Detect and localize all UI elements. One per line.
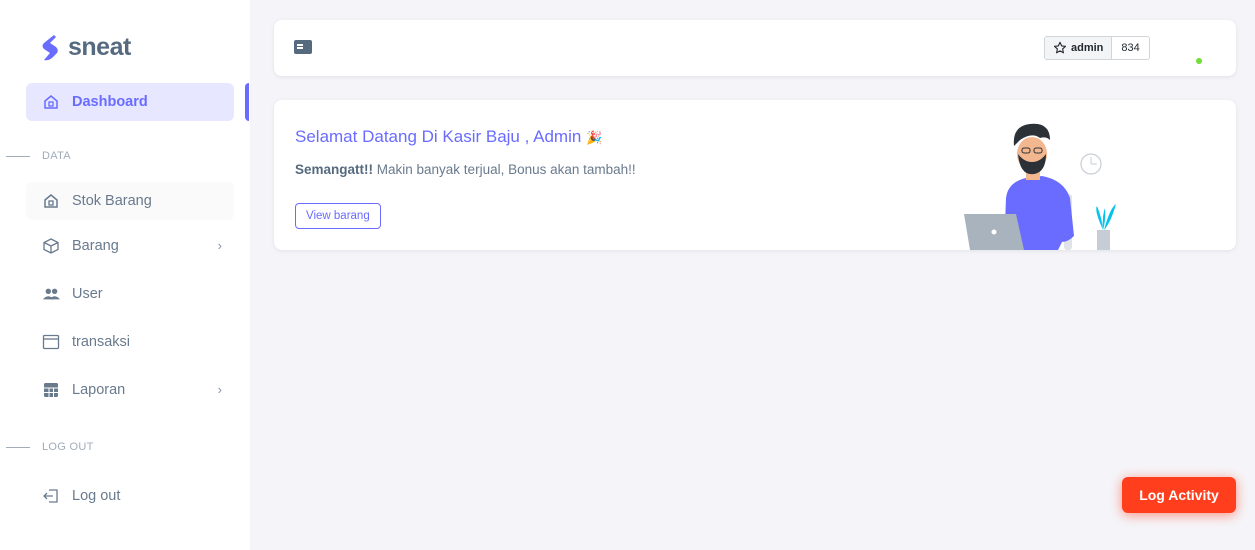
github-star-button[interactable]: admin 834 <box>1044 36 1150 60</box>
github-count[interactable]: 834 <box>1112 36 1150 60</box>
chevron-right-icon: › <box>217 238 222 253</box>
welcome-title: Selamat Datang Di Kasir Baju , Admin 🎉 <box>295 127 602 147</box>
users-icon <box>42 285 60 303</box>
star-icon <box>1053 41 1067 54</box>
sidebar-item-transaksi[interactable]: transaksi <box>26 323 234 361</box>
brand-name: sneat <box>68 33 131 61</box>
home-icon <box>42 93 60 111</box>
menu-header-logout: LOG OUT <box>0 441 94 453</box>
menu-header-data: DATA <box>0 150 71 162</box>
sidebar-item-dashboard[interactable]: Dashboard <box>26 83 234 121</box>
menu-toggle-icon[interactable] <box>294 40 312 54</box>
cube-icon <box>42 237 60 255</box>
sidebar-item-label: Dashboard <box>72 94 148 110</box>
welcome-subtitle: Semangatt!! Makin banyak terjual, Bonus … <box>295 162 636 177</box>
subtitle-bold: Semangatt!! <box>295 162 374 177</box>
table-icon <box>42 381 60 399</box>
active-indicator <box>245 83 249 121</box>
view-barang-button[interactable]: View barang <box>295 203 381 229</box>
sidebar-item-label: transaksi <box>72 334 131 350</box>
sidebar-item-barang[interactable]: Barang › <box>26 227 234 265</box>
sidebar-item-stok-barang[interactable]: Stok Barang <box>26 182 234 220</box>
logout-icon <box>42 487 60 505</box>
online-status-dot <box>1196 58 1202 64</box>
window-icon <box>42 333 60 351</box>
github-label: admin <box>1071 42 1104 54</box>
home-icon <box>42 192 60 210</box>
sneat-logo-icon <box>42 34 58 60</box>
sidebar-item-label: Log out <box>72 488 121 504</box>
github-star-main[interactable]: admin <box>1044 36 1113 60</box>
chevron-right-icon: › <box>217 382 222 397</box>
sidebar-item-label: Barang <box>72 238 119 254</box>
sidebar-item-log-out[interactable]: Log out <box>26 477 234 515</box>
sidebar-item-label: User <box>72 286 103 302</box>
sidebar-item-user[interactable]: User <box>26 275 234 313</box>
sidebar-item-laporan[interactable]: Laporan › <box>26 371 234 409</box>
top-navbar: admin 834 <box>274 20 1236 76</box>
sidebar-item-label: Laporan <box>72 382 126 398</box>
welcome-title-text: Selamat Datang Di Kasir Baju , Admin <box>295 127 582 146</box>
welcome-card: Selamat Datang Di Kasir Baju , Admin 🎉 S… <box>274 100 1236 250</box>
man-with-laptop-illustration <box>964 123 1116 250</box>
brand[interactable]: sneat <box>40 33 131 62</box>
subtitle-rest: Makin banyak terjual, Bonus akan tambah!… <box>373 162 636 177</box>
log-activity-button[interactable]: Log Activity <box>1122 477 1236 513</box>
party-emoji: 🎉 <box>586 130 603 145</box>
sidebar: sneat Dashboard DATA Stok Barang Barang … <box>0 0 250 550</box>
sidebar-item-label: Stok Barang <box>72 193 152 209</box>
